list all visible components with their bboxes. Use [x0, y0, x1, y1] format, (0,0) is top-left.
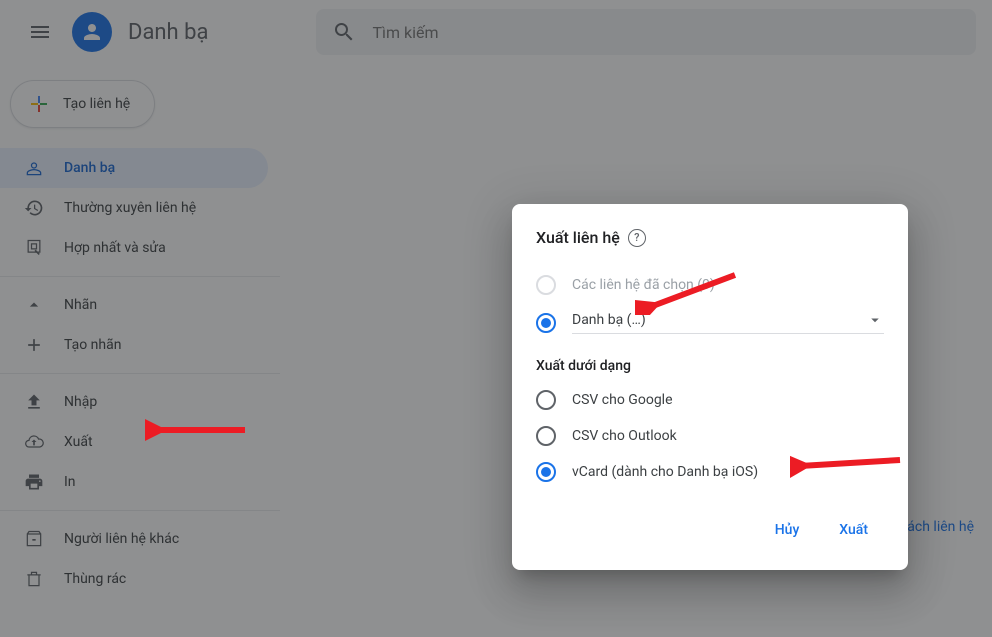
dialog-actions: Hủy Xuất	[536, 514, 884, 546]
radio-icon	[536, 275, 556, 295]
contacts-dropdown[interactable]: Danh bạ (…)	[572, 311, 884, 334]
radio-selected-contacts: Các liên hệ đã chọn (0)	[536, 267, 884, 303]
export-button[interactable]: Xuất	[823, 514, 884, 546]
radio-vcard-ios[interactable]: vCard (dành cho Danh bạ iOS)	[536, 454, 884, 490]
export-as-title: Xuất dưới dạng	[536, 358, 884, 374]
radio-label: vCard (dành cho Danh bạ iOS)	[572, 464, 758, 480]
radio-icon	[536, 390, 556, 410]
radio-icon	[536, 426, 556, 446]
radio-label: CSV cho Google	[572, 392, 673, 408]
cancel-button[interactable]: Hủy	[759, 514, 816, 546]
dropdown-label: Danh bạ (…)	[572, 312, 646, 328]
radio-label: CSV cho Outlook	[572, 428, 677, 444]
radio-contacts-dropdown[interactable]: Danh bạ (…)	[536, 303, 884, 342]
help-icon[interactable]: ?	[628, 229, 646, 247]
chevron-down-icon	[866, 311, 884, 329]
dialog-title: Xuất liên hệ ?	[536, 228, 884, 247]
radio-icon	[536, 313, 556, 333]
radio-csv-outlook[interactable]: CSV cho Outlook	[536, 418, 884, 454]
radio-icon	[536, 462, 556, 482]
radio-label: Các liên hệ đã chọn (0)	[572, 277, 715, 293]
radio-csv-google[interactable]: CSV cho Google	[536, 382, 884, 418]
export-dialog: Xuất liên hệ ? Các liên hệ đã chọn (0) D…	[512, 204, 908, 570]
